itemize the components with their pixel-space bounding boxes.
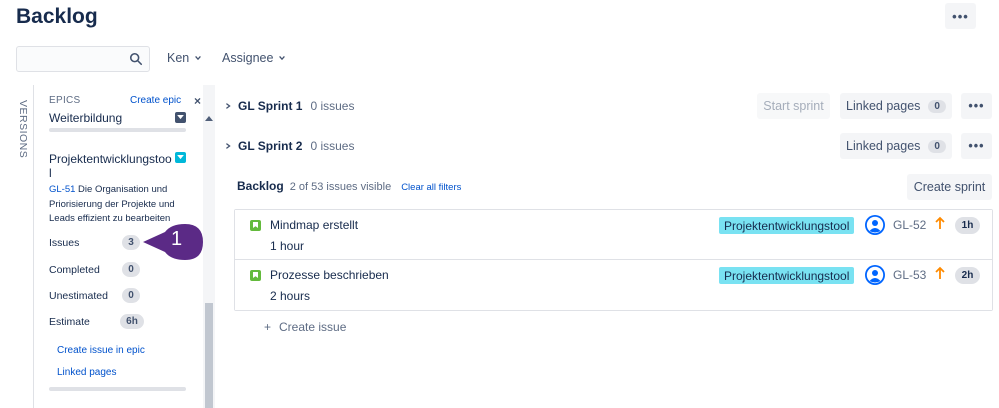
assignee-filter-dropdown[interactable]: Assignee <box>222 51 286 65</box>
more-actions-button[interactable]: ••• <box>945 3 976 29</box>
user-filter-label: Ken <box>167 51 190 65</box>
search-box[interactable] <box>16 46 150 72</box>
more-dots: ••• <box>968 139 985 153</box>
create-issue-in-epic-link[interactable]: Create issue in epic <box>57 345 145 356</box>
stat-value-unestimated: 0 <box>122 288 140 303</box>
issue-summary[interactable]: Mindmap erstellt <box>270 218 358 232</box>
linked-pages-label: Linked pages <box>846 99 921 113</box>
epic-progress-bar <box>49 128 186 132</box>
stat-value-completed: 0 <box>122 262 140 277</box>
chevron-down-icon <box>177 115 184 120</box>
sprint-1-linked-pages-button[interactable]: Linked pages 0 <box>840 93 952 119</box>
epic-lozenge[interactable]: Projektentwicklungstool <box>719 217 855 234</box>
issue-row-gl-52[interactable]: Mindmap erstellt 1 hour Projektentwicklu… <box>235 210 992 260</box>
page-title: Backlog <box>16 5 98 28</box>
sprint-name: GL Sprint 2 <box>238 139 303 153</box>
backlog-header: Backlog 2 of 53 issues visible Clear all… <box>237 179 461 193</box>
epic-lozenge[interactable]: Projektentwicklungstool <box>719 267 855 284</box>
stat-label-unestimated: Unestimated <box>49 290 108 302</box>
scroll-thumb[interactable] <box>205 303 213 408</box>
backlog-issue-list: Mindmap erstellt 1 hour Projektentwicklu… <box>234 209 993 311</box>
versions-tab[interactable]: VERSIONS <box>15 100 31 160</box>
sprint-2-linked-pages-button[interactable]: Linked pages 0 <box>840 133 952 159</box>
epic-key-link[interactable]: GL-51 <box>49 184 75 195</box>
estimate-badge: 1h <box>955 217 980 234</box>
linked-pages-count: 0 <box>928 139 946 153</box>
epic-collapse-icon[interactable] <box>175 152 186 163</box>
chevron-right-icon[interactable] <box>224 102 232 110</box>
stat-label-completed: Completed <box>49 264 100 276</box>
create-issue-label: Create issue <box>279 320 347 334</box>
avatar-icon[interactable] <box>865 215 885 235</box>
sidebar-divider <box>33 85 34 408</box>
create-issue-button[interactable]: + Create issue <box>264 320 346 334</box>
linked-pages-count: 0 <box>928 99 946 113</box>
epic-item-projektentwicklungstool[interactable]: Projektentwicklungstool <box>49 152 174 180</box>
user-filter-dropdown[interactable]: Ken <box>167 51 202 65</box>
more-dots: ••• <box>968 99 985 113</box>
issue-summary[interactable]: Prozesse beschrieben <box>270 268 389 282</box>
create-sprint-button[interactable]: Create sprint <box>907 174 992 200</box>
chevron-right-icon[interactable] <box>224 142 232 150</box>
stat-value-issues: 3 <box>122 235 140 250</box>
chevron-down-icon <box>195 55 202 61</box>
sprint-2-more-button[interactable]: ••• <box>961 133 992 159</box>
epics-heading: EPICS <box>49 95 81 106</box>
search-icon <box>129 52 143 66</box>
story-icon <box>250 220 261 231</box>
callout-number: 1 <box>171 228 183 250</box>
estimate-badge: 2h <box>955 267 980 284</box>
backlog-visible-count: 2 of 53 issues visible <box>289 181 392 193</box>
assignee-filter-label: Assignee <box>222 51 274 65</box>
versions-tab-label: VERSIONS <box>17 100 29 159</box>
issue-estimate-text: 2 hours <box>270 289 311 303</box>
stat-label-issues: Issues <box>49 237 80 249</box>
sprint-1-more-button[interactable]: ••• <box>961 93 992 119</box>
sprint-name: GL Sprint 1 <box>238 99 303 113</box>
priority-high-icon <box>935 216 945 229</box>
epic-progress-bar <box>49 387 186 391</box>
epic-expand-icon[interactable] <box>175 112 186 123</box>
sprint-header-gl-sprint-2[interactable]: GL Sprint 2 0 issues <box>224 133 354 159</box>
plus-icon: + <box>264 320 272 334</box>
stat-label-estimate: Estimate <box>49 316 90 328</box>
avatar-icon[interactable] <box>865 265 885 285</box>
clear-all-filters-link[interactable]: Clear all filters <box>401 182 461 193</box>
chevron-down-icon <box>279 55 286 61</box>
sprint-issue-count: 0 issues <box>310 99 355 113</box>
issue-key[interactable]: GL-53 <box>893 268 926 282</box>
start-sprint-button[interactable]: Start sprint <box>757 93 830 119</box>
priority-high-icon <box>935 266 945 279</box>
scroll-up-icon[interactable] <box>205 115 213 121</box>
stat-value-estimate: 6h <box>120 314 144 329</box>
issue-row-gl-53[interactable]: Prozesse beschrieben 2 hours Projektentw… <box>235 260 992 310</box>
epic-description: GL-51 Die Organisation und Priorisierung… <box>49 183 177 227</box>
callout-marker: 1 <box>141 224 205 260</box>
close-epics-icon[interactable]: × <box>194 94 201 108</box>
issue-estimate-text: 1 hour <box>270 239 305 253</box>
chevron-down-icon <box>177 155 184 160</box>
search-input[interactable] <box>17 47 127 71</box>
sprint-issue-count: 0 issues <box>310 139 355 153</box>
create-epic-link[interactable]: Create epic <box>130 95 181 106</box>
sprint-header-gl-sprint-1[interactable]: GL Sprint 1 0 issues <box>224 93 354 119</box>
backlog-title: Backlog <box>237 179 284 193</box>
story-icon <box>250 270 261 281</box>
epic-item-weiterbildung[interactable]: Weiterbildung <box>49 111 122 125</box>
issue-key[interactable]: GL-52 <box>893 218 926 232</box>
linked-pages-label: Linked pages <box>846 139 921 153</box>
epic-linked-pages-link[interactable]: Linked pages <box>57 367 117 378</box>
more-dots: ••• <box>952 8 969 24</box>
